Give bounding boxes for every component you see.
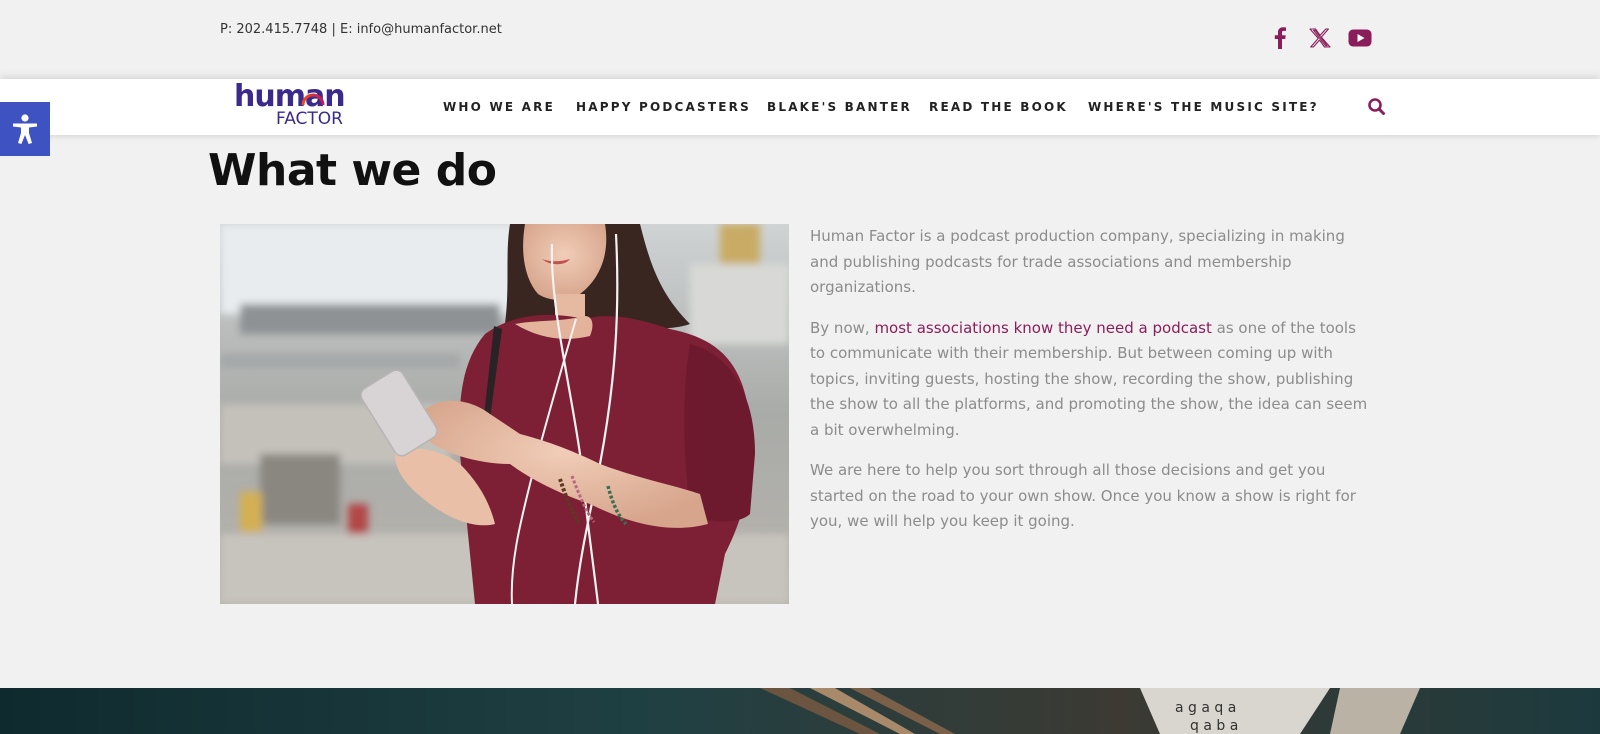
search-icon[interactable] [1366,96,1388,118]
associations-podcast-link[interactable]: most associations know they need a podca… [874,319,1211,337]
human-factor-logo[interactable]: human FACTOR [234,81,354,131]
phone-number[interactable]: P: 202.415.7748 [220,22,327,37]
nav-read-the-book[interactable]: READ THE BOOK [929,100,1068,114]
intro-paragraph-1: Human Factor is a podcast production com… [810,227,1345,296]
svg-text:q a b a: q a b a [1190,718,1238,734]
accessibility-toolbar-button[interactable] [0,102,50,156]
main-navigation: human FACTOR WHO WE ARE HAPPY PODCASTERS… [0,79,1600,135]
page-heading: What we do [208,145,497,196]
youtube-icon[interactable] [1346,24,1374,52]
contact-separator: | [327,22,340,37]
nav-who-we-are[interactable]: WHO WE ARE [443,100,555,114]
intro-paragraph-2: By now, most associations know they need… [810,316,1372,444]
email-address[interactable]: E: info@humanfactor.net [340,22,502,37]
next-section-background: a g a q a q a b a [0,688,1600,734]
x-twitter-icon[interactable] [1306,24,1334,52]
svg-text:a g a q a: a g a q a [1175,700,1236,716]
logo-subtitle: FACTOR [276,109,343,129]
nav-wheres-the-music-site[interactable]: WHERE'S THE MUSIC SITE? [1088,100,1319,114]
top-bar: P: 202.415.7748 | E: info@humanfactor.ne… [0,0,1600,79]
accessibility-person-icon [13,114,37,144]
paragraph-2-lead: By now, [810,318,875,337]
nav-blakes-banter[interactable]: BLAKE'S BANTER [767,100,912,114]
hero-photo [220,224,789,604]
facebook-icon[interactable] [1266,24,1294,52]
nav-happy-podcasters[interactable]: HAPPY PODCASTERS [576,100,751,114]
intro-paragraph-3: We are here to help you sort through all… [810,461,1356,530]
intro-text: Human Factor is a podcast production com… [810,224,1372,550]
logo-arc-icon [301,93,325,105]
contact-info: P: 202.415.7748 | E: info@humanfactor.ne… [220,22,502,37]
